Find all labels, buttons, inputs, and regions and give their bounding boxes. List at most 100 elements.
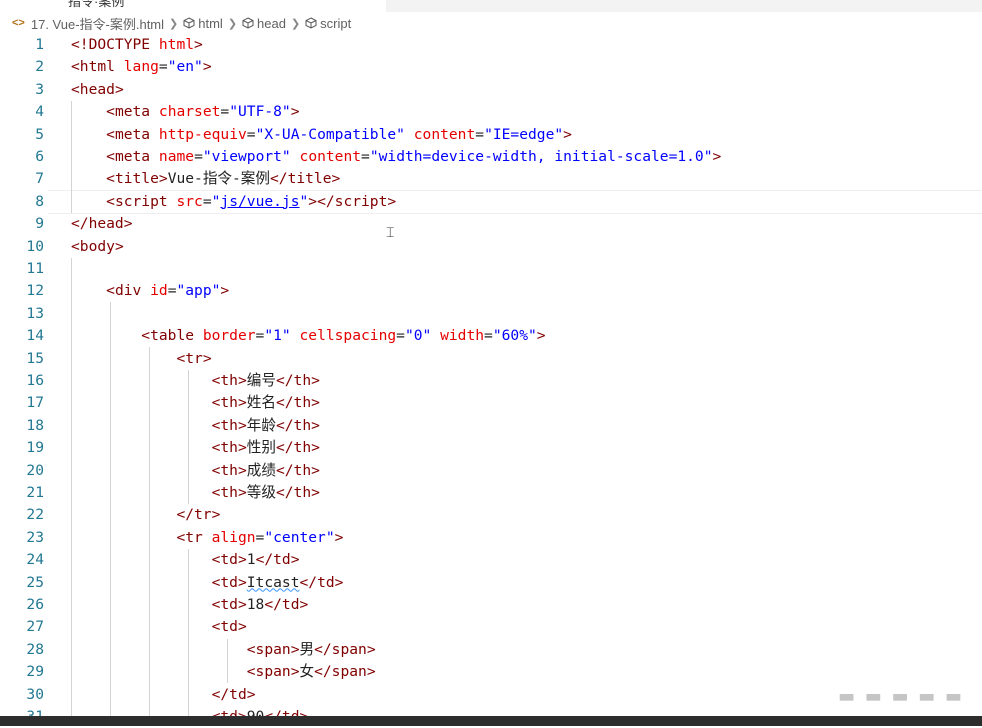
code-text[interactable]: <td>18</td> [71, 594, 309, 616]
code-token: 女 [299, 663, 315, 681]
code-text[interactable]: </td> [71, 684, 256, 706]
code-text[interactable]: </head> [71, 213, 133, 235]
code-token: </ [275, 394, 294, 412]
code-line[interactable]: 14 <table border="1" cellspacing="0" wid… [0, 325, 982, 347]
code-text[interactable]: <th>性别</th> [71, 437, 320, 459]
code-token: script [114, 192, 168, 210]
code-token: "X-UA-Compatible" [255, 125, 405, 143]
code-text[interactable]: <head> [71, 79, 124, 101]
code-line[interactable]: 17 <th>姓名</th> [0, 392, 982, 414]
code-text[interactable]: <span>男</span> [71, 639, 376, 661]
code-token: span [331, 663, 367, 681]
code-token: < [106, 192, 115, 210]
code-token: Itcast [246, 573, 300, 591]
code-token: title [114, 170, 159, 188]
code-text[interactable]: <title>Vue-指令-案例</title> [71, 168, 340, 190]
code-text[interactable]: <td>Itcast</td> [71, 572, 344, 594]
code-line[interactable]: 21 <th>等级</th> [0, 482, 982, 504]
code-line[interactable]: 12 <div id="app"> [0, 280, 982, 302]
code-text[interactable]: <body> [71, 236, 124, 258]
code-token: meta [114, 103, 151, 121]
code-text[interactable]: <!DOCTYPE html> [71, 34, 203, 56]
code-text[interactable]: <meta http-equiv="X-UA-Compatible" conte… [71, 124, 572, 146]
code-text[interactable]: <script src="js/vue.js"></script> [71, 191, 396, 213]
code-line[interactable]: 29 <span>女</span> [0, 661, 982, 683]
code-text[interactable]: <th>等级</th> [71, 482, 320, 504]
code-line[interactable]: 13 [0, 303, 982, 325]
code-token: th [220, 484, 238, 501]
code-line[interactable]: 23 <tr align="center"> [0, 527, 982, 549]
code-line[interactable]: 18 <th>年龄</th> [0, 415, 982, 437]
code-token: src [176, 192, 203, 210]
code-line[interactable]: 10 <body> [0, 236, 982, 258]
line-number: 28 [26, 640, 44, 658]
breadcrumb-item-html[interactable]: html [198, 16, 223, 31]
code-token: < [176, 528, 186, 546]
code-line[interactable]: 20 <th>成绩</th> [0, 460, 982, 482]
code-text[interactable]: <span>女</span> [71, 661, 376, 683]
code-line[interactable]: 11 [0, 258, 982, 280]
code-line[interactable]: 9 </head> [0, 213, 982, 235]
breadcrumb-item-file[interactable]: 17. Vue-指令-案例.html [31, 14, 164, 33]
code-text[interactable]: <table border="1" cellspacing="0" width=… [71, 325, 546, 347]
code-text[interactable]: <th>成绩</th> [71, 460, 320, 482]
code-line[interactable]: 4 <meta charset="UTF-8"> [0, 101, 982, 123]
breadcrumb: <> 17. Vue-指令-案例.html ❯ html ❯ head ❯ sc… [0, 12, 982, 34]
code-line[interactable]: 1 <!DOCTYPE html> [0, 34, 982, 56]
code-token: http-equiv [158, 125, 247, 143]
code-line[interactable]: 28 <span>男</span> [0, 639, 982, 661]
code-line[interactable]: 19 <th>性别</th> [0, 437, 982, 459]
code-text[interactable]: <html lang="en"> [71, 56, 212, 78]
code-token: > [237, 551, 247, 569]
tab-title[interactable]: 指令·案例 [68, 0, 124, 10]
code-line[interactable]: 27 <td> [0, 616, 982, 638]
code-token: < [106, 170, 115, 188]
code-text[interactable]: <div id="app"> [71, 280, 229, 302]
code-line[interactable]: 2 <html lang="en"> [0, 56, 982, 78]
code-token[interactable]: js/vue.js [220, 193, 299, 210]
code-text[interactable]: <tr align="center"> [71, 527, 343, 549]
code-line[interactable]: 26 <td>18</td> [0, 594, 982, 616]
code-text[interactable]: <tr> [71, 348, 211, 370]
breadcrumb-item-head[interactable]: head [257, 16, 286, 31]
breadcrumb-item-script[interactable]: script [320, 16, 351, 31]
html-file-icon: <> [12, 17, 25, 29]
code-line[interactable]: 24 <td>1</td> [0, 549, 982, 571]
code-editor[interactable]: 1 <!DOCTYPE html> 2 <html lang="en"> 3 <head>… [0, 34, 982, 725]
code-text[interactable]: </tr> [71, 504, 220, 526]
code-text[interactable]: <th>编号</th> [71, 370, 320, 392]
code-line[interactable]: 3 <head> [0, 79, 982, 101]
code-token: > [220, 282, 230, 300]
code-line[interactable]: 30 </td> [0, 684, 982, 706]
code-token: content [413, 125, 476, 143]
code-token: "app" [176, 282, 221, 300]
code-line[interactable]: 7 <title>Vue-指令-案例</title> [0, 168, 982, 190]
code-token: > [123, 215, 133, 233]
code-token: = [246, 125, 256, 143]
code-token: < [141, 327, 151, 345]
code-line[interactable]: 22 </tr> [0, 504, 982, 526]
code-token: </ [275, 416, 294, 434]
code-text[interactable]: <td>1</td> [71, 549, 300, 571]
code-line[interactable]: 8 <script src="js/vue.js"></script> [0, 191, 982, 213]
code-token: div [114, 282, 142, 300]
code-line[interactable]: 5 <meta http-equiv="X-UA-Compatible" con… [0, 124, 982, 146]
code-token: > [536, 327, 546, 345]
code-text[interactable]: <td> [71, 616, 247, 638]
code-line[interactable]: 25 <td>Itcast</td> [0, 572, 982, 594]
code-line[interactable]: 16 <th>编号</th> [0, 370, 982, 392]
code-token: th [220, 372, 238, 389]
code-line[interactable]: 6 <meta name="viewport" content="width=d… [0, 146, 982, 168]
code-text[interactable]: <th>姓名</th> [71, 392, 320, 414]
code-text[interactable]: <meta name="viewport" content="width=dev… [71, 146, 721, 168]
code-text[interactable]: <meta charset="UTF-8"> [71, 101, 299, 123]
code-token: > [299, 596, 309, 613]
code-text[interactable]: <th>年龄</th> [71, 415, 320, 437]
code-token: = [220, 103, 230, 121]
code-line[interactable]: 15 <tr> [0, 348, 982, 370]
